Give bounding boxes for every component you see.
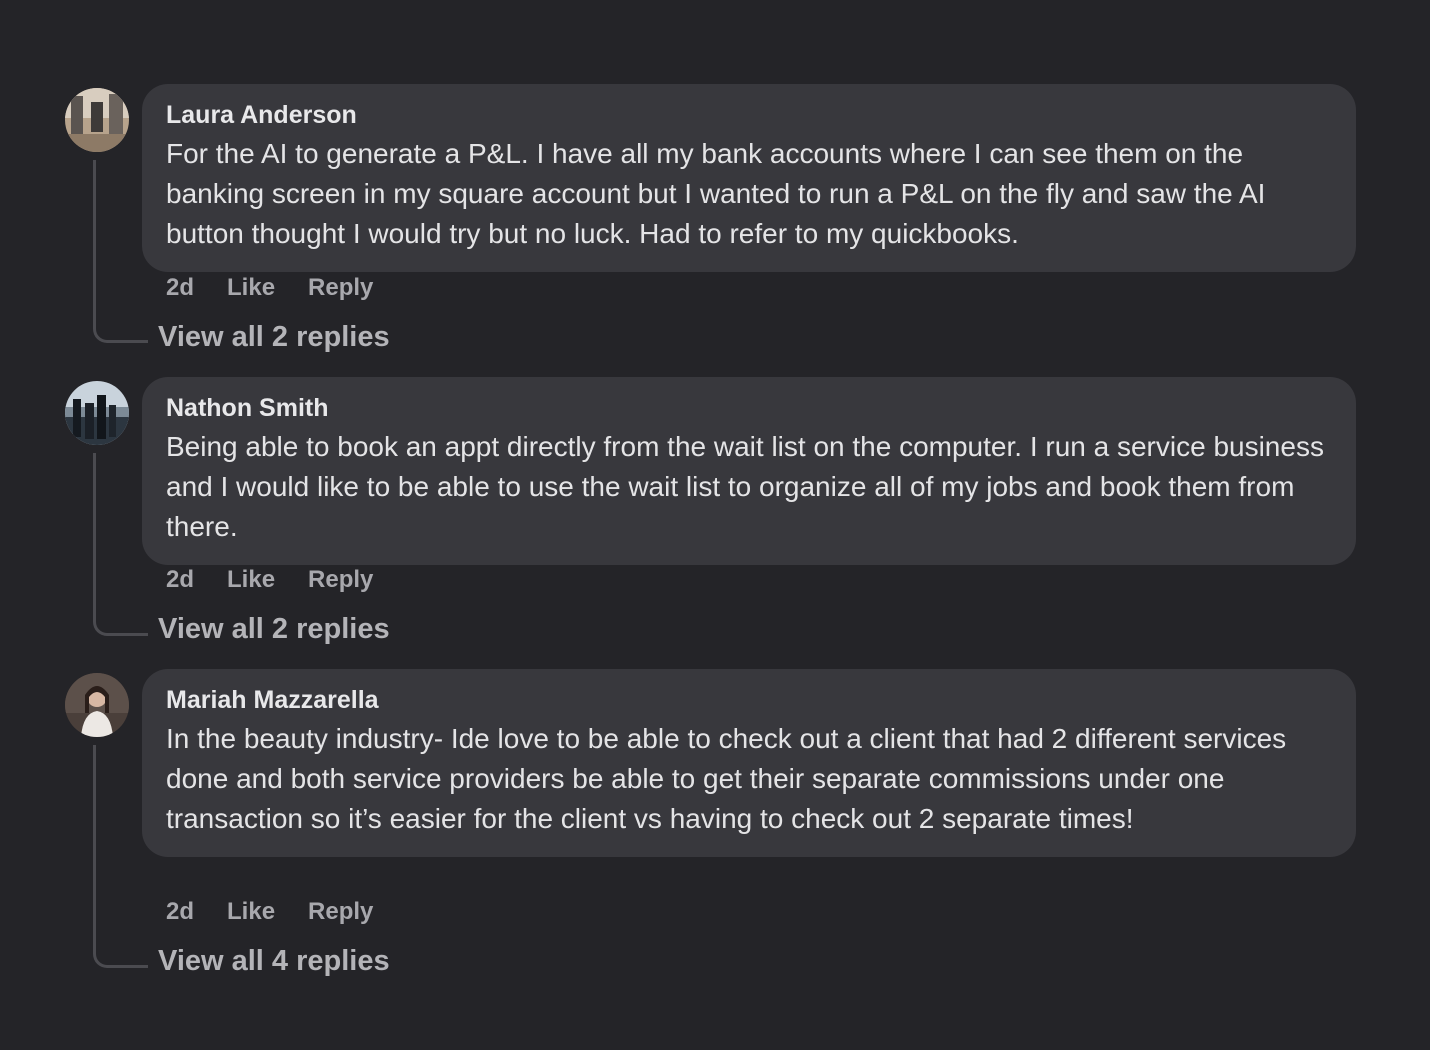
thread-connector (93, 160, 148, 343)
comment-actions: 2d Like Reply (166, 273, 406, 303)
thread-connector (93, 453, 148, 636)
comment-bubble: Laura Anderson For the AI to generate a … (142, 84, 1356, 272)
avatar[interactable] (65, 381, 129, 445)
comment-text: For the AI to generate a P&L. I have all… (166, 138, 1266, 249)
comment-actions: 2d Like Reply (166, 565, 406, 595)
avatar[interactable] (65, 88, 129, 152)
avatar[interactable] (65, 673, 129, 737)
comment-actions: 2d Like Reply (166, 897, 406, 927)
view-replies-link[interactable]: View all 4 replies (158, 943, 390, 979)
view-replies-link[interactable]: View all 2 replies (158, 611, 390, 647)
like-button[interactable]: Like (227, 566, 275, 594)
comment-author[interactable]: Laura Anderson (166, 98, 1332, 132)
comment-author[interactable]: Mariah Mazzarella (166, 683, 1332, 717)
reply-button[interactable]: Reply (308, 898, 373, 926)
comment-author[interactable]: Nathon Smith (166, 391, 1332, 425)
view-replies-link[interactable]: View all 2 replies (158, 319, 390, 355)
comment-timestamp[interactable]: 2d (166, 566, 194, 594)
like-button[interactable]: Like (227, 898, 275, 926)
comment-timestamp[interactable]: 2d (166, 274, 194, 302)
comment-list: Laura Anderson For the AI to generate a … (0, 0, 1430, 1050)
comment-text: Being able to book an appt directly from… (166, 431, 1324, 542)
comment-timestamp[interactable]: 2d (166, 898, 194, 926)
comment-text: In the beauty industry- Ide love to be a… (166, 723, 1287, 834)
like-button[interactable]: Like (227, 274, 275, 302)
comment-bubble: Mariah Mazzarella In the beauty industry… (142, 669, 1356, 857)
reply-button[interactable]: Reply (308, 274, 373, 302)
comment-bubble: Nathon Smith Being able to book an appt … (142, 377, 1356, 565)
thread-connector (93, 745, 148, 968)
reply-button[interactable]: Reply (308, 566, 373, 594)
